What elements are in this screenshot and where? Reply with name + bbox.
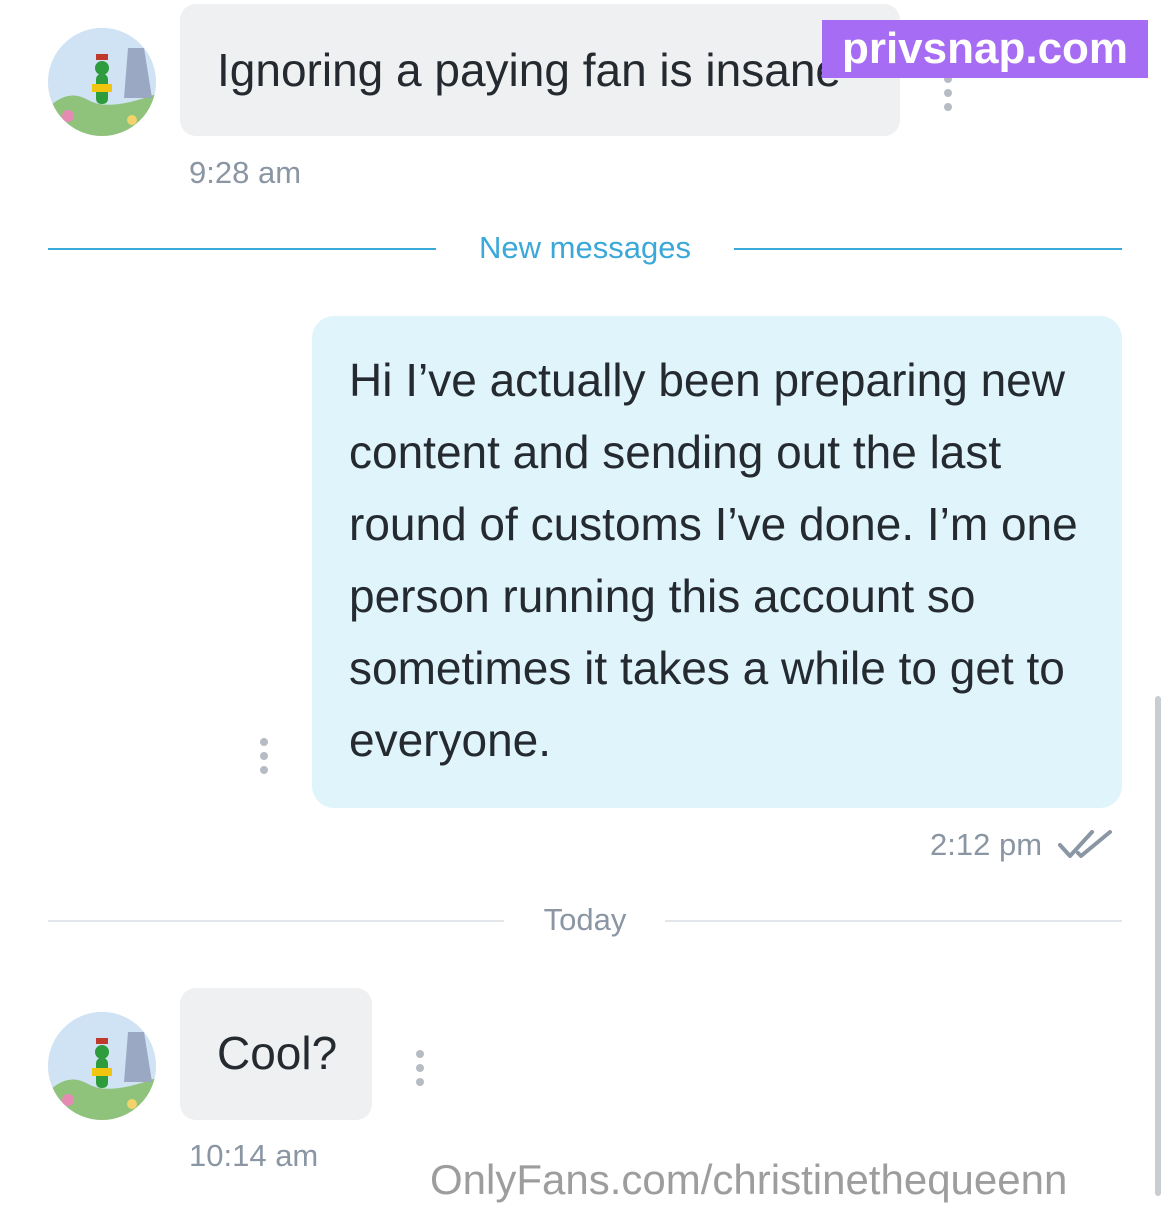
- scrollbar[interactable]: [1155, 696, 1161, 1196]
- cartoon-figure-avatar-icon: [48, 28, 156, 136]
- today-divider: Today: [543, 902, 627, 937]
- message-text: Cool?: [217, 1027, 338, 1079]
- new-messages-divider-line: [734, 248, 1122, 250]
- incoming-message-bubble[interactable]: Ignoring a paying fan is insane: [180, 4, 900, 136]
- today-divider-line: [48, 920, 504, 922]
- message-timestamp: 9:28 am: [189, 155, 302, 190]
- double-check-icon: [1058, 828, 1114, 862]
- new-messages-divider: New messages: [479, 230, 691, 265]
- sender-avatar[interactable]: [48, 28, 156, 136]
- today-divider-line: [665, 920, 1122, 922]
- new-messages-divider-line: [48, 248, 436, 250]
- message-options-icon[interactable]: [259, 738, 269, 774]
- incoming-message-bubble[interactable]: Cool?: [180, 988, 372, 1120]
- message-options-icon[interactable]: [943, 75, 953, 111]
- message-timestamp: 10:14 am: [189, 1138, 319, 1173]
- onlyfans-watermark: OnlyFans.com/christinethequeenn: [430, 1156, 1068, 1203]
- message-text: Ignoring a paying fan is insane: [217, 44, 841, 96]
- message-text: Hi I’ve actually been preparing new cont…: [349, 354, 1078, 766]
- message-timestamp: 2:12 pm: [930, 827, 1043, 862]
- privsnap-watermark: privsnap.com: [822, 20, 1148, 78]
- cartoon-figure-avatar-icon: [48, 1012, 156, 1120]
- sender-avatar[interactable]: [48, 1012, 156, 1120]
- outgoing-message-bubble[interactable]: Hi I’ve actually been preparing new cont…: [312, 316, 1122, 808]
- message-options-icon[interactable]: [415, 1050, 425, 1086]
